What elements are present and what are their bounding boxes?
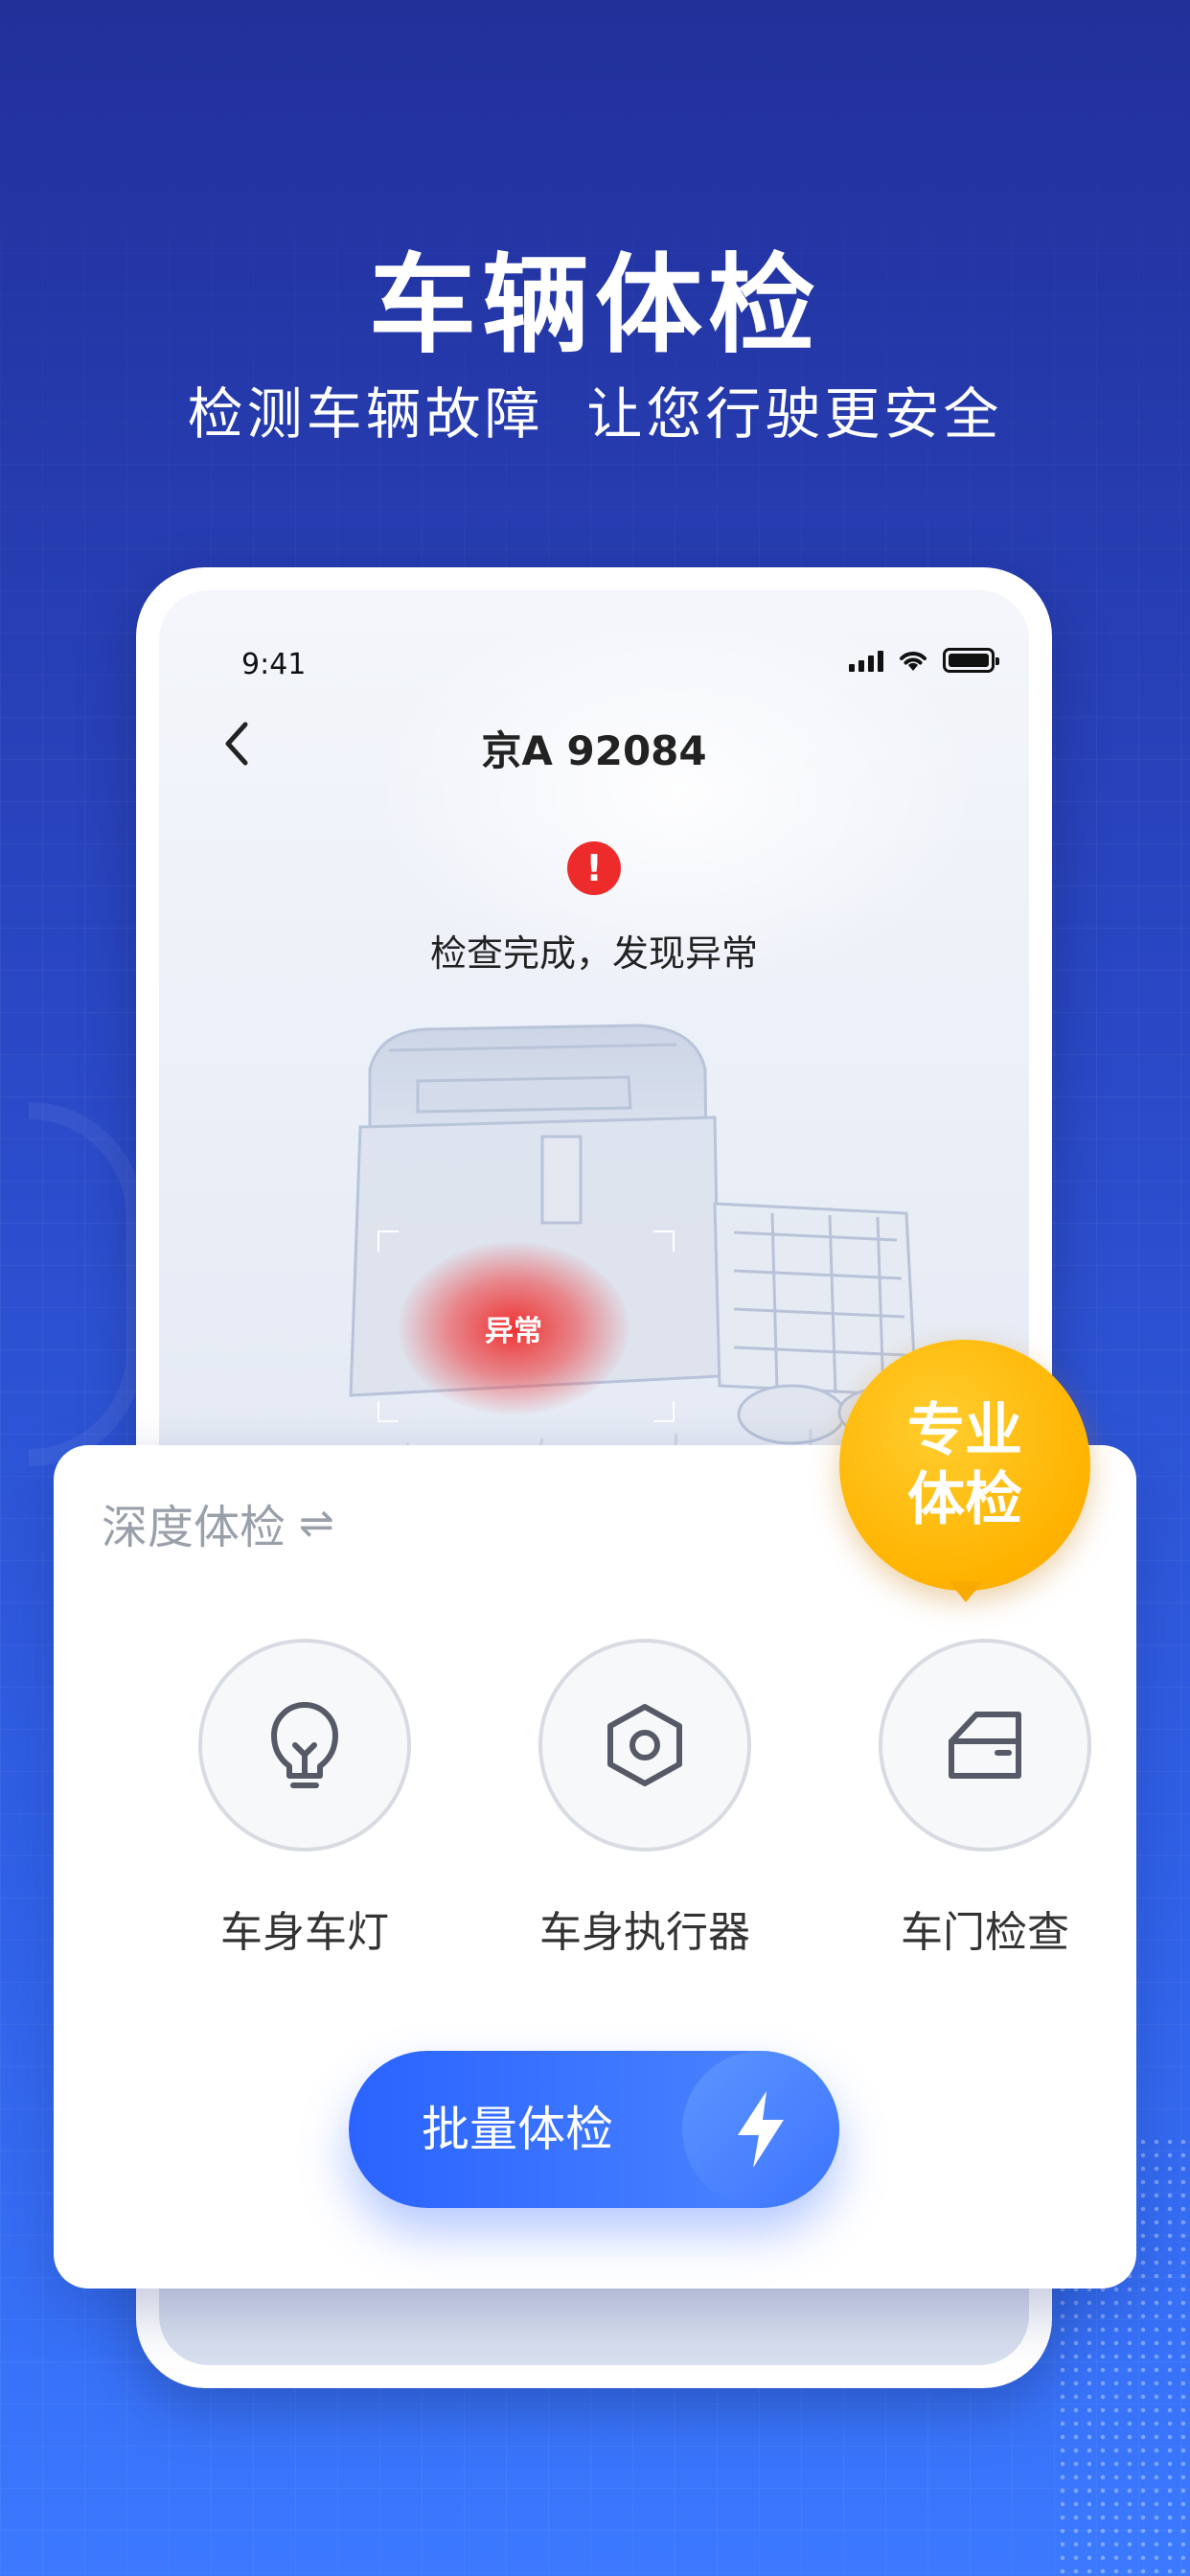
- check-item-circle: [198, 1639, 411, 1852]
- check-item-label: 车身执行器: [539, 1908, 750, 1957]
- check-item-actuator[interactable]: 车身执行器: [520, 1639, 769, 1959]
- alert-text: 检查完成，发现异常: [429, 932, 758, 975]
- alert-icon: !: [567, 841, 621, 895]
- batch-check-label: 批量体检: [422, 2102, 613, 2157]
- check-item-door[interactable]: 车门检查: [860, 1639, 1110, 1959]
- signal-icon: [849, 649, 883, 672]
- status-time: 9:41: [241, 648, 307, 681]
- car-door-icon: [949, 1712, 1021, 1779]
- bulb-icon: [271, 1702, 338, 1788]
- pro-badge-tail: [949, 1581, 983, 1602]
- check-items: 车身车灯 车身执行器 车门检查: [54, 1639, 1136, 1957]
- background-watermark: [29, 1102, 144, 1466]
- check-item-label: 车身车灯: [220, 1908, 389, 1957]
- pro-badge-line1: 专业: [907, 1397, 1022, 1464]
- bolt-circle: [682, 2051, 839, 2208]
- swap-icon[interactable]: ⇌: [299, 1499, 334, 1548]
- anomaly-label: 异常: [485, 1315, 542, 1348]
- hexagon-nut-icon: [607, 1704, 682, 1786]
- pro-check-badge[interactable]: 专业 体检: [839, 1340, 1090, 1591]
- check-item-light[interactable]: 车身车灯: [180, 1639, 429, 1959]
- battery-icon: [943, 648, 999, 673]
- status-icons: [849, 648, 999, 673]
- check-item-circle: [538, 1639, 751, 1852]
- check-item-label: 车门检查: [901, 1908, 1069, 1957]
- batch-check-button[interactable]: 批量体检: [349, 2051, 839, 2208]
- wifi-icon: [900, 652, 927, 671]
- promo-headline: 车辆体检: [369, 243, 821, 368]
- lightning-bolt-icon: [738, 2091, 784, 2168]
- pro-badge-text: 专业 体检: [907, 1396, 1022, 1534]
- pro-badge-line2: 体检: [907, 1466, 1022, 1533]
- check-item-circle: [879, 1639, 1091, 1852]
- plate-number: 京A 92084: [481, 727, 707, 774]
- promo-subline: 检测车辆故障 让您行驶更安全: [187, 381, 1003, 447]
- card-title-row[interactable]: 深度体检 ⇌: [102, 1489, 334, 1556]
- card-title: 深度体检: [102, 1501, 286, 1554]
